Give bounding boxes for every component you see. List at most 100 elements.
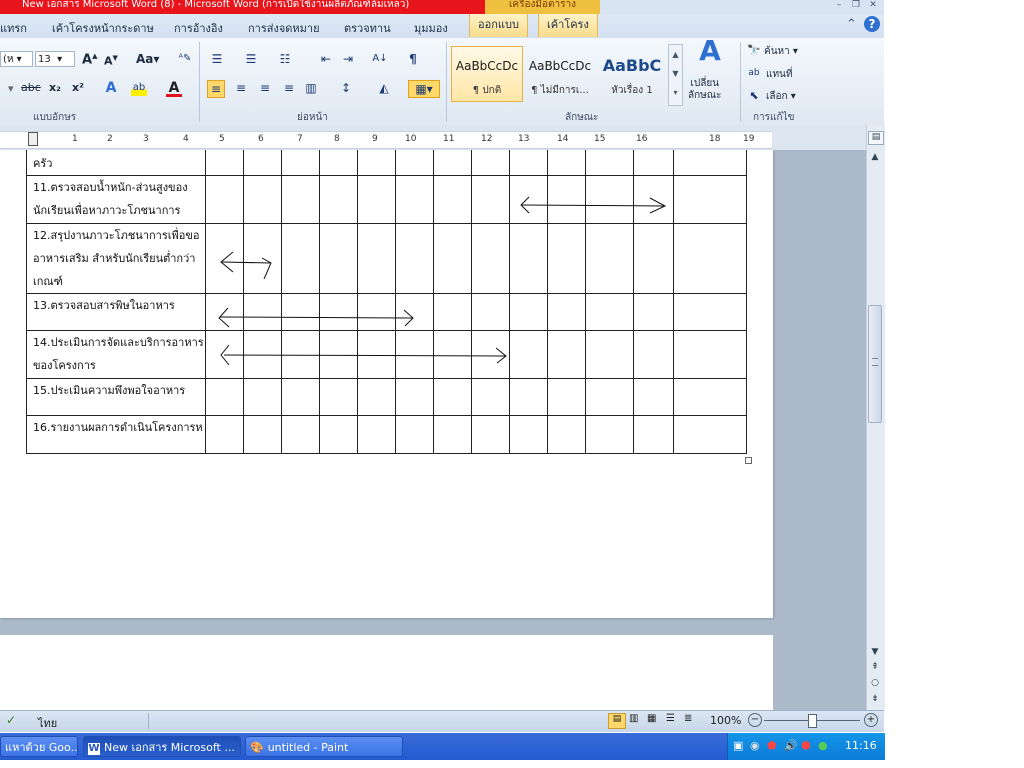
- timeline-cell[interactable]: [471, 330, 510, 379]
- timeline-cell[interactable]: [281, 330, 320, 379]
- tab-view[interactable]: มุมมอง: [414, 19, 448, 37]
- timeline-cell[interactable]: [633, 293, 674, 331]
- clear-formatting-icon[interactable]: ᴬ✎: [177, 51, 193, 67]
- ruler-indent-marker[interactable]: [28, 132, 38, 146]
- activity-cell[interactable]: 11.ตรวจสอบน้ำหนัก-ส่วนสูงของนักเรียนเพื่…: [26, 175, 206, 224]
- print-layout-icon[interactable]: ▤: [608, 713, 626, 729]
- change-case-button[interactable]: Aa▾: [136, 52, 159, 66]
- highlight-icon[interactable]: ab: [131, 80, 147, 96]
- zoom-out-icon[interactable]: −: [748, 713, 762, 727]
- style-normal[interactable]: AaBbCcDc ¶ ปกติ: [451, 46, 523, 102]
- timeline-cell[interactable]: [547, 415, 586, 454]
- next-page-icon[interactable]: ⇟: [868, 694, 882, 706]
- timeline-cell[interactable]: [547, 378, 586, 416]
- justify-icon[interactable]: ≡: [281, 80, 297, 96]
- timeline-cell[interactable]: [585, 415, 634, 454]
- shading-icon[interactable]: ◭: [376, 80, 392, 96]
- timeline-cell[interactable]: [243, 150, 282, 176]
- timeline-cell[interactable]: [319, 150, 358, 176]
- timeline-cell[interactable]: [281, 175, 320, 224]
- timeline-cell[interactable]: [633, 223, 674, 294]
- timeline-cell[interactable]: [509, 378, 548, 416]
- timeline-cell[interactable]: [205, 150, 244, 176]
- timeline-cell[interactable]: [585, 223, 634, 294]
- timeline-cell[interactable]: [205, 293, 244, 331]
- timeline-cell[interactable]: [281, 293, 320, 331]
- decrease-indent-icon[interactable]: ⇤: [318, 51, 334, 67]
- full-screen-reading-icon[interactable]: ▥: [629, 713, 638, 724]
- timeline-cell[interactable]: [673, 330, 747, 379]
- timeline-cell[interactable]: [585, 378, 634, 416]
- timeline-cell[interactable]: [673, 223, 747, 294]
- timeline-cell[interactable]: [633, 378, 674, 416]
- superscript-button[interactable]: x²: [72, 81, 84, 94]
- ribbon-collapse-icon[interactable]: ⌃: [846, 17, 857, 32]
- timeline-cell[interactable]: [433, 378, 472, 416]
- numbering-icon[interactable]: ☰: [243, 51, 259, 67]
- timeline-cell[interactable]: [281, 223, 320, 294]
- timeline-cell[interactable]: [357, 175, 396, 224]
- update-icon[interactable]: ●: [818, 739, 828, 752]
- tab-review[interactable]: ตรวจทาน: [344, 19, 391, 37]
- timeline-cell[interactable]: [395, 415, 434, 454]
- tab-mailings[interactable]: การส่งจดหมาย: [248, 19, 320, 37]
- timeline-cell[interactable]: [243, 415, 282, 454]
- timeline-cell[interactable]: [673, 378, 747, 416]
- scroll-up-icon[interactable]: ▲: [868, 152, 882, 164]
- timeline-cell[interactable]: [357, 223, 396, 294]
- timeline-cell[interactable]: [433, 150, 472, 176]
- web-layout-icon[interactable]: ▦: [647, 713, 656, 724]
- timeline-cell[interactable]: [433, 223, 472, 294]
- align-center-icon[interactable]: ≡: [233, 80, 249, 96]
- timeline-cell[interactable]: [357, 293, 396, 331]
- font-name-combo[interactable]: (ห ▾: [0, 51, 33, 67]
- timeline-cell[interactable]: [509, 150, 548, 176]
- close-button[interactable]: ✕: [866, 0, 880, 10]
- grow-font-button[interactable]: A▲: [82, 52, 97, 67]
- draft-icon[interactable]: ≣: [684, 713, 692, 724]
- ruler-toggle-icon[interactable]: ▤: [868, 131, 884, 145]
- timeline-cell[interactable]: [319, 293, 358, 331]
- outline-icon[interactable]: ☰: [666, 713, 675, 724]
- timeline-cell[interactable]: [547, 150, 586, 176]
- timeline-cell[interactable]: [585, 293, 634, 331]
- align-left-icon[interactable]: ≡: [207, 80, 225, 98]
- timeline-cell[interactable]: [281, 378, 320, 416]
- timeline-cell[interactable]: [357, 150, 396, 176]
- tab-insert[interactable]: แทรก: [0, 19, 27, 37]
- font-size-combo[interactable]: 13 ▾: [35, 51, 75, 67]
- timeline-cell[interactable]: [585, 175, 634, 224]
- timeline-cell[interactable]: [319, 175, 358, 224]
- line-spacing-icon[interactable]: ↕: [338, 80, 354, 96]
- sort-icon[interactable]: A↓: [372, 51, 388, 67]
- document-page-next[interactable]: [0, 635, 773, 715]
- browse-object-icon[interactable]: ○: [868, 678, 882, 690]
- timeline-cell[interactable]: [357, 330, 396, 379]
- show-marks-icon[interactable]: ¶: [405, 51, 421, 67]
- timeline-cell[interactable]: [673, 175, 747, 224]
- timeline-cell[interactable]: [547, 330, 586, 379]
- tab-table-design[interactable]: ออกแบบ: [469, 14, 528, 37]
- strikethrough-button[interactable]: abc: [21, 81, 41, 94]
- horizontal-ruler[interactable]: 1 2 3 4 5 6 7 8 9 10 11 12 13 14 15 16 1…: [0, 131, 772, 149]
- select-button[interactable]: เลือก ▾: [766, 89, 796, 104]
- timeline-cell[interactable]: [471, 175, 510, 224]
- borders-icon[interactable]: ▦▾: [408, 80, 440, 98]
- table-row[interactable]: ครัว: [26, 150, 747, 176]
- style-heading-1[interactable]: AaBbC หัวเรื่อง 1: [596, 46, 668, 102]
- font-color-icon[interactable]: A: [166, 80, 182, 97]
- timeline-cell[interactable]: [433, 293, 472, 331]
- minimize-button[interactable]: –: [832, 0, 846, 10]
- text-effects-icon[interactable]: A: [103, 80, 119, 96]
- timeline-cell[interactable]: [433, 175, 472, 224]
- zoom-level[interactable]: 100%: [710, 714, 741, 727]
- restore-button[interactable]: ❐: [849, 0, 863, 10]
- timeline-cell[interactable]: [319, 223, 358, 294]
- timeline-cell[interactable]: [471, 223, 510, 294]
- activity-cell[interactable]: 14.ประเมินการจัดและบริการอาหารของโครงการ: [26, 330, 206, 379]
- timeline-cell[interactable]: [395, 330, 434, 379]
- timeline-cell[interactable]: [243, 223, 282, 294]
- table-row[interactable]: 13.ตรวจสอบสารพิษในอาหาร: [26, 293, 747, 331]
- scroll-down-icon[interactable]: ▼: [868, 647, 882, 659]
- network-icon[interactable]: ▣: [733, 739, 743, 752]
